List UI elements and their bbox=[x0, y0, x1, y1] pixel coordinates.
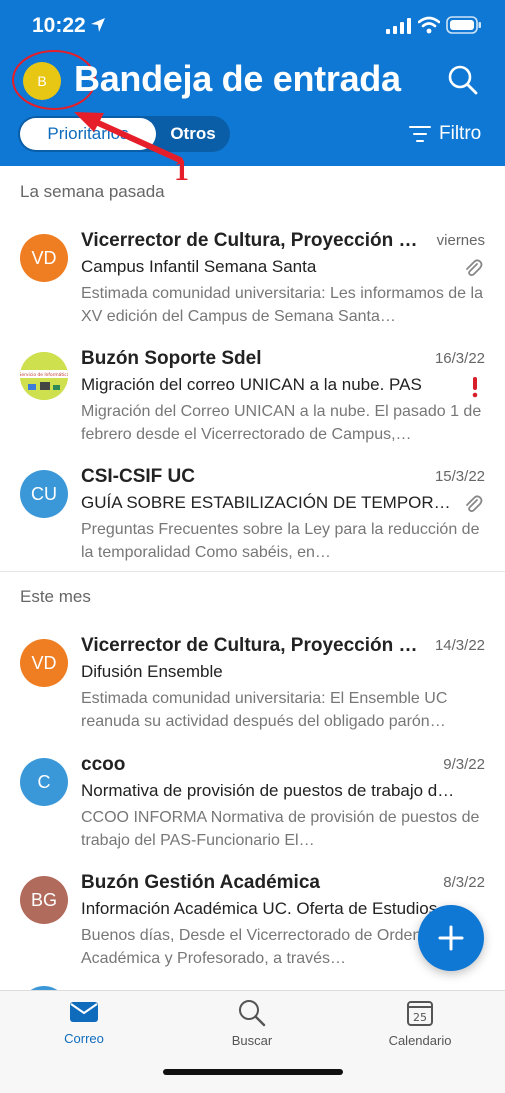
mail-date: 14/3/22 bbox=[434, 637, 485, 654]
sender-avatar: VD bbox=[20, 639, 68, 687]
search-icon[interactable] bbox=[447, 64, 479, 96]
calendar-day-number: 25 bbox=[413, 1011, 427, 1024]
calendar-icon: 25 bbox=[407, 1001, 433, 1026]
location-arrow-icon bbox=[91, 18, 105, 32]
cellular-signal-icon bbox=[386, 18, 411, 34]
mail-subject: GUÍA SOBRE ESTABILIZACIÓN DE TEMPORALIDA… bbox=[81, 493, 456, 512]
mail-sender: Buzón Gestión Académica bbox=[81, 872, 320, 893]
tab-calendar-label: Calendario bbox=[388, 1033, 452, 1048]
mail-item[interactable]: VD Vicerrector de Cultura, Proyección So… bbox=[0, 226, 505, 344]
section-divider bbox=[0, 571, 505, 572]
sender-avatar: CU bbox=[20, 470, 68, 518]
tab-calendar[interactable]: 25 Calendario bbox=[360, 999, 480, 1048]
attachment-icon bbox=[466, 259, 483, 277]
sender-avatar: BG bbox=[20, 876, 68, 924]
plus-icon bbox=[438, 925, 464, 951]
mail-sender: Buzón Soporte Sdel bbox=[81, 348, 262, 369]
mail-preview: Migración del Correo UNICAN a la nube. E… bbox=[81, 403, 482, 443]
page-title: Bandeja de entrada bbox=[74, 58, 401, 99]
sender-avatar: C bbox=[20, 758, 68, 806]
mail-sender: ccoo bbox=[81, 754, 126, 775]
mail-preview: Estimada comunidad universitaria: Les in… bbox=[81, 285, 483, 325]
status-time: 10:22 bbox=[32, 14, 86, 37]
filter-icon bbox=[409, 126, 431, 142]
sender-avatar-image: Servicio de Informática bbox=[20, 352, 68, 400]
section-header-this-month: Este mes bbox=[20, 587, 91, 606]
mail-sender: Vicerrector de Cultura, Proyección Socia… bbox=[81, 635, 426, 656]
mail-subject: Migración del correo UNICAN a la nube. P… bbox=[81, 375, 422, 394]
mail-item[interactable]: C ccoo 9/3/22 Normativa de provisión de … bbox=[0, 750, 505, 868]
mail-date: 16/3/22 bbox=[434, 350, 485, 367]
mail-item[interactable]: Servicio de Informática Buzón Soporte Sd… bbox=[0, 344, 505, 462]
sender-avatar: VD bbox=[20, 234, 68, 282]
wifi-icon bbox=[418, 16, 440, 34]
battery-icon bbox=[446, 16, 481, 34]
mail-date: viernes bbox=[436, 232, 485, 249]
status-bar: 10:22 bbox=[0, 0, 505, 52]
mail-date: 8/3/22 bbox=[443, 874, 485, 891]
tab-focused[interactable]: Prioritarios bbox=[20, 118, 156, 150]
section-header-last-week: La semana pasada bbox=[20, 182, 165, 201]
mail-preview: CCOO INFORMA Normativa de provisión de p… bbox=[81, 809, 480, 849]
mail-preview: Estimada comunidad universitaria: El Ens… bbox=[81, 690, 448, 730]
tab-other[interactable]: Otros bbox=[158, 118, 228, 150]
mail-subject: Normativa de provisión de puestos de tra… bbox=[81, 781, 456, 800]
mail-subject: Información Académica UC. Oferta de Estu… bbox=[81, 899, 438, 918]
home-indicator bbox=[163, 1069, 343, 1075]
filter-button[interactable]: Filtro bbox=[409, 122, 481, 146]
bottom-tab-bar: Correo Buscar 25 Calendario bbox=[0, 990, 505, 1093]
app-header: 10:22 B Bandeja de entrada Prioritarios … bbox=[0, 0, 505, 166]
mail-sender: Vicerrector de Cultura, Proyección Socia… bbox=[81, 230, 426, 251]
mail-subject: Campus Infantil Semana Santa bbox=[81, 257, 317, 276]
attachment-icon bbox=[466, 495, 483, 513]
mail-list[interactable]: La semana pasada VD Vicerrector de Cultu… bbox=[0, 166, 505, 990]
filter-label: Filtro bbox=[439, 123, 482, 144]
tab-mail-label: Correo bbox=[64, 1031, 104, 1046]
mail-subject: Difusión Ensemble bbox=[81, 662, 223, 681]
tab-search[interactable]: Buscar bbox=[192, 999, 312, 1048]
tab-search-label: Buscar bbox=[231, 1033, 273, 1048]
tab-mail[interactable]: Correo bbox=[24, 999, 144, 1046]
mail-item[interactable]: VD Vicerrector de Cultura, Proyección So… bbox=[0, 631, 505, 749]
mail-date: 15/3/22 bbox=[434, 468, 485, 485]
search-icon bbox=[239, 1000, 266, 1027]
svg-text:Servicio de Informática: Servicio de Informática bbox=[20, 371, 68, 378]
mail-icon bbox=[70, 1002, 98, 1022]
mail-preview: Preguntas Frecuentes sobre la Ley para l… bbox=[81, 521, 480, 561]
mail-item[interactable]: CU CSI-CSIF UC 15/3/22 GUÍA SOBRE ESTABI… bbox=[0, 462, 505, 580]
compose-button[interactable] bbox=[418, 905, 484, 971]
high-importance-icon bbox=[472, 377, 478, 398]
inbox-segmented-control: Prioritarios Otros bbox=[18, 116, 230, 152]
mail-sender: CSI-CSIF UC bbox=[81, 466, 195, 487]
service-logo-icon: Servicio de Informática bbox=[20, 352, 68, 400]
mail-date: 9/3/22 bbox=[443, 756, 485, 773]
